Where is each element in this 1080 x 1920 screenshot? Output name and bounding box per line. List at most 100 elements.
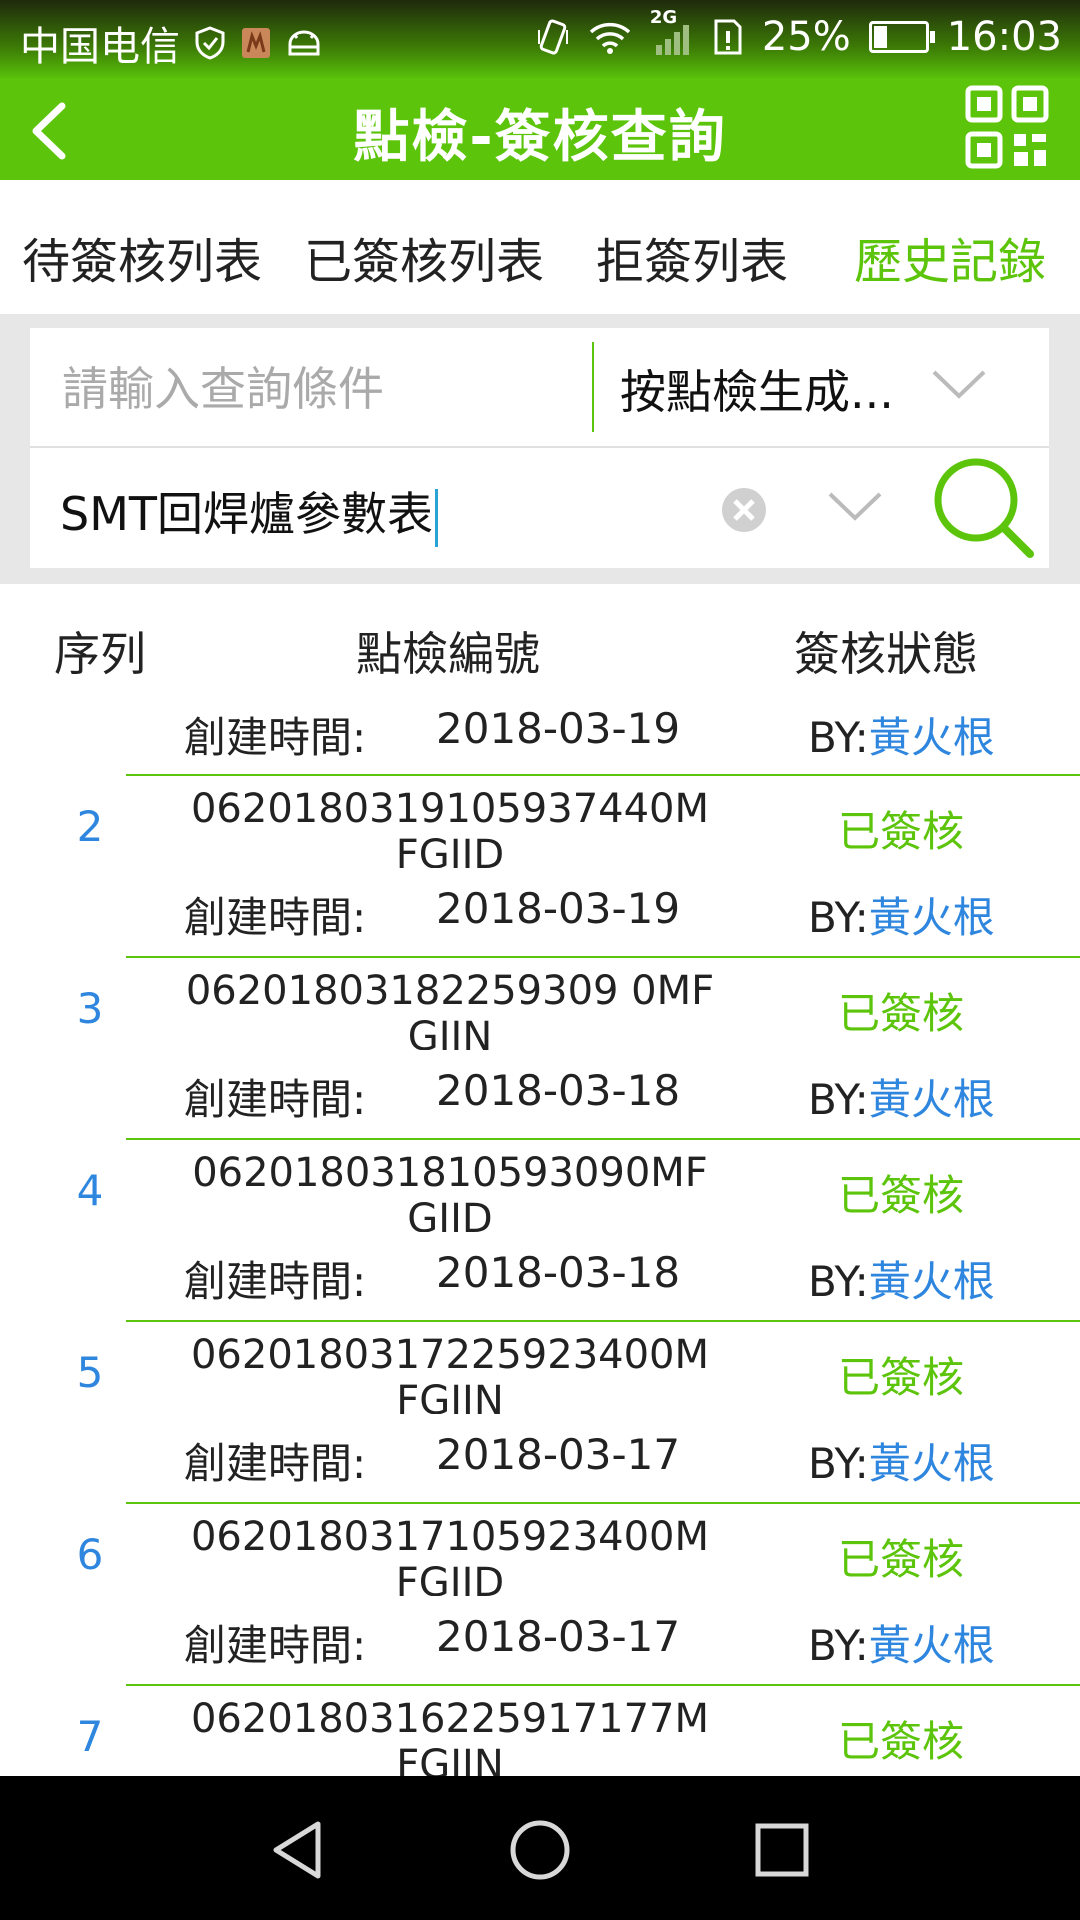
list-item[interactable]: 6 0620180317105923400MFGIID 已簽核 創建時間: 20… bbox=[0, 1502, 1080, 1684]
app-bar: 點檢-簽核查詢 bbox=[0, 78, 1080, 180]
record-meta: 創建時間: 2018-03-17 BY:黃火根 bbox=[0, 1420, 1080, 1500]
wifi-icon bbox=[589, 22, 630, 54]
row-divider bbox=[126, 1502, 1080, 1504]
record-code: 0620180319105937440MFGIID bbox=[190, 786, 710, 868]
created-label: 創建時間: bbox=[184, 713, 367, 762]
list-item[interactable]: 3 06201803182259309 0MFGIIN 已簽核 創建時間: 20… bbox=[0, 956, 1080, 1138]
list-item[interactable]: 7 0620180316225917177MFGIIN 已簽核 bbox=[0, 1684, 1080, 1776]
query-mode-select[interactable]: 按點檢生成... bbox=[620, 356, 894, 422]
page-title: 點檢-簽核查詢 bbox=[353, 105, 727, 170]
record-meta: 創建時間: 2018-03-19 BY:黃火根 bbox=[0, 694, 1080, 774]
signer-name[interactable]: 黃火根 bbox=[869, 893, 995, 942]
status-badge: 已簽核 bbox=[838, 1171, 965, 1220]
list-item[interactable]: 4 062018031810593090MFGIID 已簽核 創建時間: 201… bbox=[0, 1138, 1080, 1320]
signer-name[interactable]: 黃火根 bbox=[869, 1621, 995, 1670]
text-cursor bbox=[435, 488, 438, 547]
column-header-seq: 序列 bbox=[54, 627, 146, 681]
record-index: 3 bbox=[76, 984, 104, 1033]
battery-percent: 25% bbox=[761, 14, 851, 60]
created-date: 2018-03-18 bbox=[436, 1066, 681, 1115]
list-item[interactable]: 5 0620180317225923400MFGIIN 已簽核 創建時間: 20… bbox=[0, 1320, 1080, 1502]
signer-name[interactable]: 黃火根 bbox=[869, 1075, 995, 1124]
record-index: 5 bbox=[76, 1348, 104, 1397]
chevron-down-icon[interactable] bbox=[932, 370, 986, 400]
record-meta: 創建時間: 2018-03-19 BY:黃火根 bbox=[0, 874, 1080, 954]
signal-icon bbox=[655, 25, 689, 55]
signer: BY:黃火根 bbox=[808, 1439, 995, 1488]
created-date: 2018-03-17 bbox=[436, 1612, 681, 1661]
android-icon bbox=[288, 30, 320, 56]
search-icon[interactable] bbox=[930, 454, 1040, 564]
qr-code-icon[interactable] bbox=[964, 84, 1050, 170]
created-label: 創建時間: bbox=[184, 1075, 367, 1124]
record-index: 6 bbox=[76, 1530, 104, 1579]
created-date: 2018-03-19 bbox=[436, 704, 681, 753]
notification-app-icon bbox=[242, 28, 270, 58]
tab-approved[interactable]: 已簽核列表 bbox=[304, 222, 544, 292]
status-bar: 中国电信 2G 25% 16:03 bbox=[0, 0, 1080, 78]
column-header-code: 點檢編號 bbox=[356, 627, 540, 681]
list-item[interactable]: 2 0620180319105937440MFGIID 已簽核 創建時間: 20… bbox=[0, 774, 1080, 956]
signer-name[interactable]: 黃火根 bbox=[869, 1257, 995, 1306]
form-select-value[interactable]: SMT回焊爐參數表 bbox=[60, 478, 438, 547]
tab-pending[interactable]: 待簽核列表 bbox=[22, 222, 262, 292]
record-meta: 創建時間: 2018-03-17 BY:黃火根 bbox=[0, 1602, 1080, 1682]
search-panel: 按點檢生成... SMT回焊爐參數表 bbox=[0, 314, 1080, 584]
created-label: 創建時間: bbox=[184, 1621, 367, 1670]
status-badge: 已簽核 bbox=[838, 807, 965, 856]
signer: BY:黃火根 bbox=[808, 1621, 995, 1670]
created-date: 2018-03-18 bbox=[436, 1248, 681, 1297]
created-label: 創建時間: bbox=[184, 1439, 367, 1488]
row-divider bbox=[126, 1320, 1080, 1322]
carrier-label: 中国电信 bbox=[20, 24, 180, 70]
tab-history[interactable]: 歷史記錄 bbox=[854, 222, 1046, 292]
record-list: 創建時間: 2018-03-19 BY:黃火根 2 06201803191059… bbox=[0, 694, 1080, 1776]
created-label: 創建時間: bbox=[184, 1257, 367, 1306]
tab-bar: 待簽核列表 已簽核列表 拒簽列表 歷史記錄 bbox=[0, 180, 1080, 314]
query-row: 按點檢生成... bbox=[30, 328, 1049, 448]
clear-icon[interactable] bbox=[720, 486, 768, 534]
row-divider bbox=[126, 956, 1080, 958]
shield-check-icon bbox=[195, 26, 225, 60]
vibrate-icon bbox=[537, 19, 568, 55]
cell-signal: 2G bbox=[650, 7, 694, 57]
query-input[interactable] bbox=[60, 358, 584, 420]
created-label: 創建時間: bbox=[184, 893, 367, 942]
signer: BY:黃火根 bbox=[808, 1075, 995, 1124]
record-code: 062018031810593090MFGIID bbox=[192, 1150, 708, 1232]
column-header-status: 簽核狀態 bbox=[794, 627, 978, 681]
signer-name[interactable]: 黃火根 bbox=[869, 1439, 995, 1488]
signer-name[interactable]: 黃火根 bbox=[869, 713, 995, 762]
created-date: 2018-03-19 bbox=[436, 884, 681, 933]
search-card: 按點檢生成... SMT回焊爐參數表 bbox=[30, 328, 1049, 568]
signer: BY:黃火根 bbox=[808, 713, 995, 762]
tab-rejected[interactable]: 拒簽列表 bbox=[596, 222, 788, 292]
system-nav-bar bbox=[0, 1776, 1080, 1920]
row-divider bbox=[126, 774, 1080, 776]
record-code: 0620180317225923400MFGIIN bbox=[190, 1332, 710, 1414]
battery-icon bbox=[868, 21, 935, 53]
record-code: 06201803182259309 0MFGIIN bbox=[185, 968, 715, 1050]
list-header: 序列 點檢編號 簽核狀態 bbox=[0, 584, 1080, 694]
divider bbox=[592, 342, 594, 432]
record-index: 2 bbox=[76, 802, 104, 851]
record-code: 0620180317105923400MFGIID bbox=[190, 1514, 710, 1596]
record-index: 7 bbox=[76, 1712, 104, 1761]
status-badge: 已簽核 bbox=[838, 1717, 965, 1766]
sim-alert-icon bbox=[714, 19, 742, 55]
row-divider bbox=[126, 1138, 1080, 1140]
status-badge: 已簽核 bbox=[838, 1535, 965, 1584]
created-date: 2018-03-17 bbox=[436, 1430, 681, 1479]
clock: 16:03 bbox=[946, 14, 1062, 60]
record-meta: 創建時間: 2018-03-18 BY:黃火根 bbox=[0, 1056, 1080, 1136]
nav-home-icon[interactable] bbox=[508, 1818, 572, 1882]
nav-back-icon[interactable] bbox=[268, 1818, 332, 1882]
status-badge: 已簽核 bbox=[838, 989, 965, 1038]
record-meta: 創建時間: 2018-03-18 BY:黃火根 bbox=[0, 1238, 1080, 1318]
record-index: 4 bbox=[76, 1166, 104, 1215]
status-badge: 已簽核 bbox=[838, 1353, 965, 1402]
chevron-down-icon[interactable] bbox=[828, 492, 882, 522]
nav-recents-icon[interactable] bbox=[750, 1818, 814, 1882]
signer: BY:黃火根 bbox=[808, 893, 995, 942]
record-code: 0620180316225917177MFGIIN bbox=[190, 1696, 710, 1776]
